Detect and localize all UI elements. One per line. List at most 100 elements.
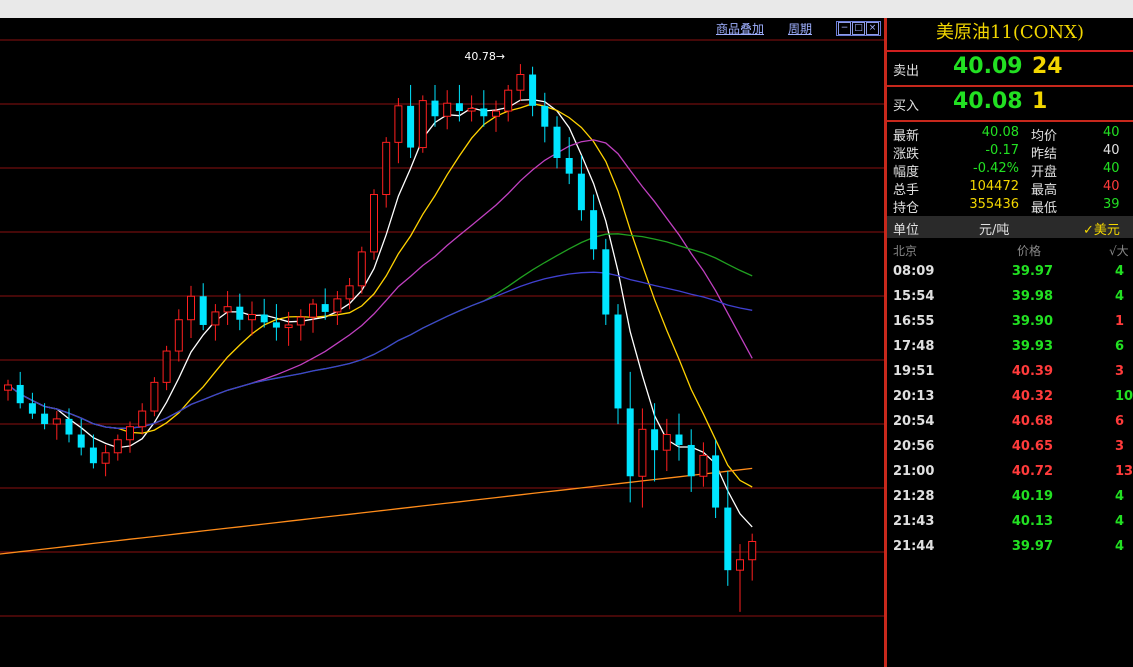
close-icon[interactable]: × (866, 21, 879, 35)
tick-price: 40.13 (1011, 514, 1053, 529)
quote-panel: 美原油11(CONX) 卖出 40.09 24 买入 40.08 1 最新 40.… (887, 18, 1133, 667)
tick-row[interactable]: 20:56 40.65 3 (887, 435, 1133, 460)
candle-body (162, 350, 171, 383)
candle-body (16, 384, 24, 404)
tick-price: 39.90 (1011, 314, 1053, 329)
time-header: 北京 (893, 244, 918, 258)
stat-value: 104472 (969, 179, 1019, 194)
period-link[interactable]: 周期 (788, 20, 812, 37)
candle-body (345, 285, 354, 300)
candle-body (357, 251, 366, 287)
candle-body (590, 210, 598, 250)
candle-body (382, 141, 391, 196)
unit-label: 单位 (893, 223, 920, 238)
candle-body (28, 403, 36, 414)
tick-row[interactable]: 16:55 39.90 1 (887, 310, 1133, 335)
stats-row: 幅度 -0.42% 开盘 40 (887, 160, 1133, 180)
window-top-bar (0, 0, 1133, 18)
tick-volume: 4 (1115, 489, 1125, 504)
kline-chart-area[interactable]: 40.78→ 商品叠加 周期 − □ × (0, 18, 885, 667)
tick-row[interactable]: 21:43 40.13 4 (887, 510, 1133, 535)
candle-body (89, 447, 97, 464)
candle-body (126, 426, 134, 441)
overlay-commodity-link[interactable]: 商品叠加 (716, 20, 764, 37)
tick-price: 39.97 (1011, 539, 1053, 554)
stat-value: 39 (1103, 197, 1120, 212)
tick-volume: 10 (1115, 389, 1133, 404)
candle-body (748, 540, 757, 561)
tick-row[interactable]: 21:00 40.72 13 (887, 460, 1133, 485)
candle-body (443, 102, 452, 117)
kline-chart: 40.78→ (0, 39, 885, 617)
tick-time: 21:43 (893, 514, 935, 529)
candle-body (480, 108, 488, 117)
tick-price: 40.68 (1011, 414, 1053, 429)
chart-toolbar: 商品叠加 周期 − □ × (716, 20, 881, 36)
candle-body (113, 439, 122, 454)
sell-volume: 24 (1032, 54, 1063, 79)
tick-time: 15:54 (893, 289, 935, 304)
candle-body (565, 158, 573, 174)
candle-body (602, 249, 610, 315)
candle-body (211, 311, 220, 326)
candle-body (467, 107, 476, 112)
candle-body (541, 105, 549, 127)
candle-body (174, 319, 183, 352)
price-header: 价格 (1017, 244, 1042, 258)
candle-body (321, 304, 329, 312)
tick-row[interactable]: 17:48 39.93 6 (887, 335, 1133, 360)
restore-icon[interactable]: □ (852, 21, 865, 35)
tick-volume: 4 (1115, 264, 1125, 279)
tick-volume: 6 (1115, 339, 1125, 354)
stat-value: 40 (1103, 125, 1120, 140)
candle-body (199, 296, 207, 325)
candle-body (101, 452, 110, 464)
candle-body (724, 507, 732, 571)
currency-toggle[interactable]: ✓美元 (1083, 219, 1120, 238)
tick-price: 39.93 (1011, 339, 1053, 354)
candle-body (699, 454, 708, 477)
stat-value: 355436 (969, 197, 1019, 212)
instrument-title: 美原油11(CONX) (887, 18, 1133, 52)
candle-body (431, 100, 439, 117)
candle-body (138, 410, 147, 428)
stats-row: 涨跌 -0.17 昨结 40 (887, 142, 1133, 162)
candle-body (516, 74, 525, 91)
candle-body (529, 74, 537, 106)
candle-body (712, 455, 720, 508)
stat-value: -0.42% (973, 161, 1019, 176)
tick-row[interactable]: 21:28 40.19 4 (887, 485, 1133, 510)
tick-time: 20:54 (893, 414, 935, 429)
stat-value: -0.17 (985, 143, 1019, 158)
tick-row[interactable]: 19:51 40.39 3 (887, 360, 1133, 385)
tick-time: 21:00 (893, 464, 935, 479)
candle-body (65, 418, 73, 435)
tick-row[interactable]: 20:54 40.68 6 (887, 410, 1133, 435)
tick-price: 40.32 (1011, 389, 1053, 404)
candle-body (4, 384, 12, 391)
buy-volume: 1 (1032, 89, 1048, 114)
peak-price-label: 40.78→ (464, 50, 505, 63)
candle-body (248, 314, 256, 321)
tick-price: 40.39 (1011, 364, 1053, 379)
stat-value: 40 (1103, 143, 1120, 158)
tick-row[interactable]: 20:13 40.32 10 (887, 385, 1133, 410)
buy-quote-row[interactable]: 买入 40.08 1 (887, 87, 1133, 120)
minimize-icon[interactable]: − (838, 21, 851, 35)
candle-body (260, 314, 268, 323)
tick-row[interactable]: 21:44 39.97 4 (887, 535, 1133, 560)
candle-body (651, 429, 659, 451)
tick-list[interactable]: 08:09 39.97 4 15:54 39.98 4 16:55 39.90 1 17:48 39… (887, 260, 1133, 560)
tick-price: 40.72 (1011, 464, 1053, 479)
stat-label: 最低 (1031, 201, 1058, 216)
stats-table: 最新 40.08 均价 40 涨跌 -0.17 昨结 40 幅度 -0.42% 开盘 40 总手 1044… (887, 122, 1133, 216)
candle-body (492, 110, 500, 117)
stat-value: 40 (1103, 179, 1120, 194)
tick-time: 21:44 (893, 539, 935, 554)
tick-row[interactable]: 15:54 39.98 4 (887, 285, 1133, 310)
tick-volume: 3 (1115, 439, 1125, 454)
sell-quote-row[interactable]: 卖出 40.09 24 (887, 52, 1133, 85)
candle-body (223, 306, 232, 313)
tick-row[interactable]: 08:09 39.97 4 (887, 260, 1133, 285)
candle-body (638, 428, 647, 477)
